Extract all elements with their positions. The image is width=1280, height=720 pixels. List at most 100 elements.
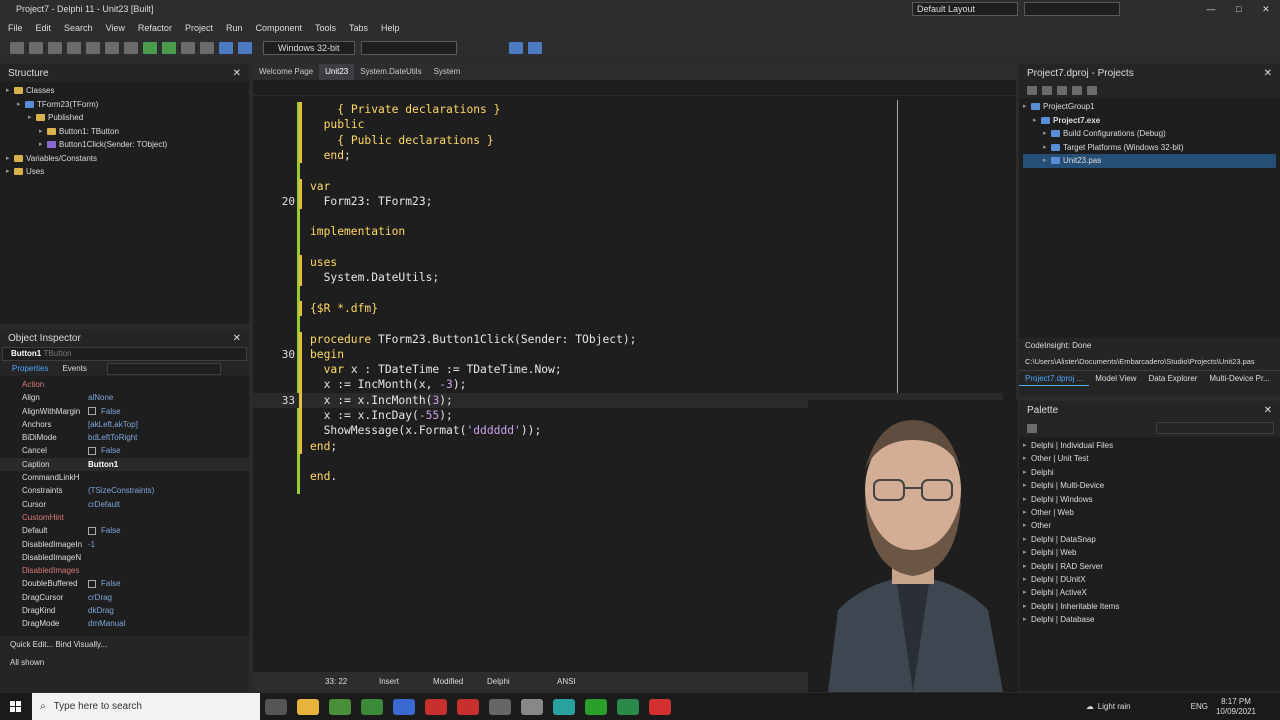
projects-tab[interactable]: Multi-Device Pr... xyxy=(1203,371,1275,386)
forward-icon[interactable] xyxy=(528,41,542,54)
property-value[interactable]: False xyxy=(82,444,121,457)
project-node[interactable]: ▸ Target Platforms (Windows 32-bit) xyxy=(1023,141,1276,155)
weather-text[interactable]: Light rain xyxy=(1098,702,1131,711)
chevron-icon[interactable]: ▸ xyxy=(1023,546,1031,559)
project-node[interactable]: ▸ Build Configurations (Debug) xyxy=(1023,127,1276,141)
platform-dropdown[interactable]: Windows 32-bit xyxy=(263,40,355,55)
rad-studio-icon[interactable] xyxy=(425,698,447,715)
chrome-icon[interactable] xyxy=(329,698,351,715)
layout-dropdown[interactable]: Default Layout xyxy=(912,2,1018,16)
chevron-icon[interactable]: ▸ xyxy=(1043,127,1051,141)
code-line[interactable] xyxy=(253,286,1003,301)
palette-category[interactable]: ▸ Delphi | ActiveX xyxy=(1023,586,1276,599)
property-value[interactable]: crDefault xyxy=(82,498,120,511)
code-line[interactable]: System.DateUtils; xyxy=(253,270,1003,285)
palette-category[interactable]: ▸ Other | Unit Test xyxy=(1023,452,1276,465)
code-line[interactable] xyxy=(253,163,1003,178)
code-line[interactable]: {$R *.dfm} xyxy=(253,301,1003,316)
maximize-icon[interactable]: □ xyxy=(1236,4,1241,14)
chevron-icon[interactable]: ▸ xyxy=(1033,114,1041,128)
file-explorer-icon[interactable] xyxy=(297,698,319,715)
taskbar-search[interactable]: ⌕ Type here to search xyxy=(32,693,260,720)
code-line[interactable]: procedure TForm23.Button1Click(Sender: T… xyxy=(253,332,1003,347)
app-icon[interactable] xyxy=(361,698,383,715)
property-row[interactable]: Constraints (TSizeConstraints) xyxy=(0,484,249,497)
chevron-icon[interactable]: ▸ xyxy=(39,125,47,139)
projects-tab[interactable]: Data Explorer xyxy=(1142,371,1203,386)
palette-category[interactable]: ▸ Delphi | DataSnap xyxy=(1023,533,1276,546)
code-line[interactable]: var xyxy=(253,179,1003,194)
palette-category[interactable]: ▸ Delphi | Database xyxy=(1023,613,1276,626)
code-line[interactable]: implementation xyxy=(253,224,1003,239)
chevron-icon[interactable]: ▸ xyxy=(6,165,14,179)
close-icon[interactable]: ✕ xyxy=(233,68,241,79)
palette-category[interactable]: ▸ Delphi | Inheritable Items xyxy=(1023,600,1276,613)
tree-node[interactable]: ▸ Variables/Constants xyxy=(6,152,243,166)
start-button[interactable] xyxy=(0,693,32,720)
menu-tools[interactable]: Tools xyxy=(313,22,338,34)
property-value[interactable] xyxy=(82,511,88,524)
project-node[interactable]: ▸ Unit23.pas xyxy=(1023,154,1276,168)
code-line[interactable]: uses xyxy=(253,255,1003,270)
property-value[interactable]: alNone xyxy=(82,391,113,404)
object-selector[interactable]: Button1 TButton xyxy=(2,347,247,361)
chevron-icon[interactable]: ▸ xyxy=(1023,573,1031,586)
code-line[interactable]: { Public declarations } xyxy=(253,133,1003,148)
chevron-icon[interactable]: ▸ xyxy=(17,98,25,112)
open-project-icon[interactable] xyxy=(86,41,100,54)
collapse-icon[interactable] xyxy=(1072,85,1082,95)
tab-events[interactable]: Events xyxy=(62,364,86,373)
tab-properties[interactable]: Properties xyxy=(12,364,48,373)
menu-search[interactable]: Search xyxy=(62,22,95,34)
code-line[interactable]: public xyxy=(253,117,1003,132)
chevron-icon[interactable]: ▸ xyxy=(1023,586,1031,599)
config-dropdown[interactable] xyxy=(361,40,457,55)
chevron-icon[interactable]: ▸ xyxy=(1023,452,1031,465)
chevron-icon[interactable]: ▸ xyxy=(6,152,14,166)
close-icon[interactable]: ✕ xyxy=(233,333,241,344)
minimize-icon[interactable]: — xyxy=(1206,4,1215,14)
tab-welcome-page[interactable]: Welcome Page xyxy=(253,64,319,80)
menu-tabs[interactable]: Tabs xyxy=(347,22,370,34)
pause-icon[interactable] xyxy=(181,41,195,54)
menu-view[interactable]: View xyxy=(104,22,127,34)
checkbox-icon[interactable] xyxy=(88,526,96,535)
property-row[interactable]: Default False xyxy=(0,524,249,537)
property-row[interactable]: DisabledImageIn -1 xyxy=(0,538,249,551)
property-value[interactable]: (TSizeConstraints) xyxy=(82,484,154,497)
property-row[interactable]: Caption Button1 xyxy=(0,457,249,472)
app-icon[interactable] xyxy=(649,698,671,715)
app-icon[interactable] xyxy=(521,698,543,715)
property-value[interactable]: False xyxy=(82,577,121,590)
menu-edit[interactable]: Edit xyxy=(34,22,54,34)
tree-node[interactable]: ▸ Published xyxy=(6,111,243,125)
property-row[interactable]: DragKind dkDrag xyxy=(0,604,249,617)
app-icon[interactable] xyxy=(617,698,639,715)
close-icon[interactable]: ✕ xyxy=(1264,68,1272,79)
property-row[interactable]: Cancel False xyxy=(0,444,249,457)
property-row[interactable]: Anchors [akLeft,akTop] xyxy=(0,418,249,431)
app-icon[interactable] xyxy=(585,698,607,715)
palette-category[interactable]: ▸ Delphi | Individual Files xyxy=(1023,439,1276,452)
sync-icon[interactable] xyxy=(1027,85,1037,95)
menu-refactor[interactable]: Refactor xyxy=(136,22,174,34)
property-value[interactable] xyxy=(82,378,88,391)
tree-node[interactable]: ▸ Button1Click(Sender: TObject) xyxy=(6,138,243,152)
property-value[interactable]: dmManual xyxy=(82,617,125,630)
back-icon[interactable] xyxy=(509,41,523,54)
property-value[interactable]: [akLeft,akTop] xyxy=(82,418,138,431)
menu-help[interactable]: Help xyxy=(379,22,402,34)
view-icon[interactable] xyxy=(1087,85,1097,95)
palette-category[interactable]: ▸ Delphi xyxy=(1023,466,1276,479)
app-icon[interactable] xyxy=(553,698,575,715)
property-value[interactable]: False xyxy=(82,405,121,418)
app-icon[interactable] xyxy=(393,698,415,715)
step-over-icon[interactable] xyxy=(219,41,233,54)
clock[interactable]: 8:17 PM 10/09/2021 xyxy=(1216,697,1256,717)
property-value[interactable] xyxy=(82,564,88,577)
palette-category[interactable]: ▸ Other xyxy=(1023,519,1276,532)
code-line[interactable]: Form23: TForm23; xyxy=(253,194,1003,209)
new-icon[interactable] xyxy=(10,41,24,54)
code-line[interactable] xyxy=(253,240,1003,255)
trace-into-icon[interactable] xyxy=(238,41,252,54)
